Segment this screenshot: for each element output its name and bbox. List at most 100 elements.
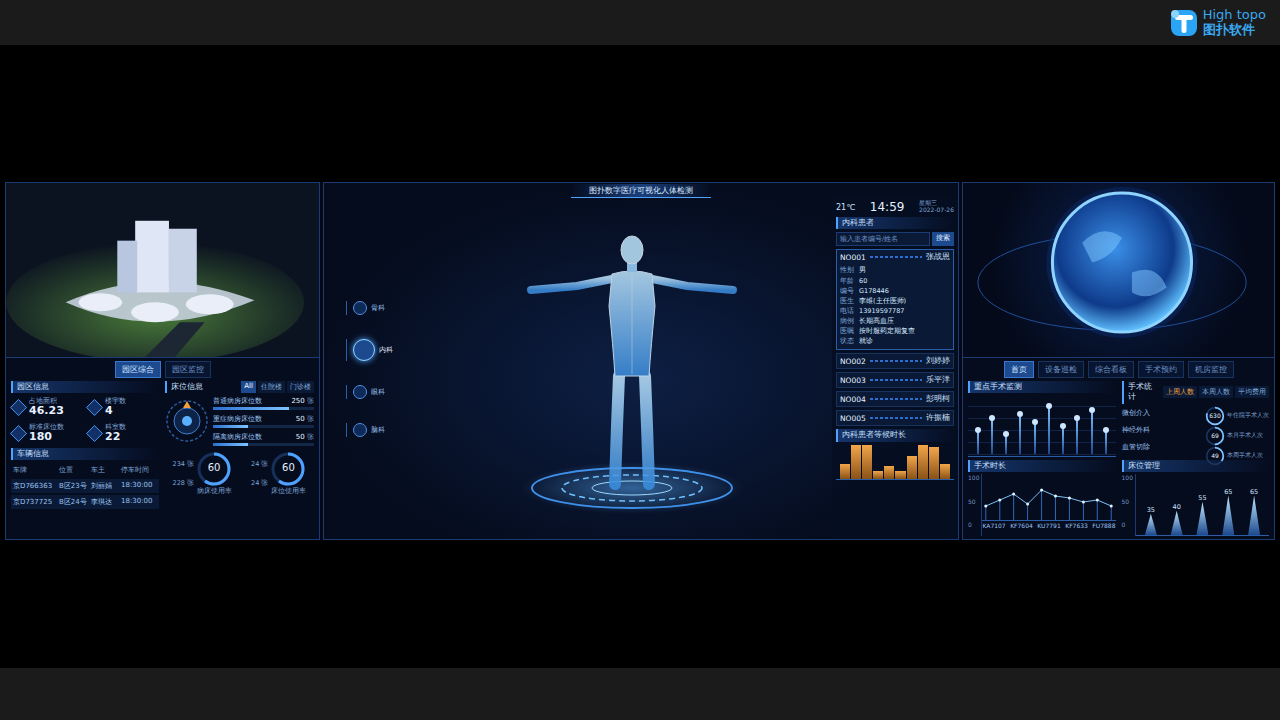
op-stats-tab[interactable]: 平均费用 (1235, 386, 1269, 398)
patient-item[interactable]: NO005许振楠 (836, 410, 954, 426)
bottom-bar (0, 668, 1280, 720)
patient-header: NO003乐平洋 (837, 373, 953, 387)
right-tab[interactable]: 综合看板 (1088, 361, 1134, 378)
spike-column: 65 (1217, 474, 1239, 535)
search-input[interactable] (836, 232, 930, 246)
bar-label: 普通病房床位数 (213, 396, 262, 406)
key-ops-chart (968, 395, 1116, 457)
patient-header: NO002刘婷婷 (837, 354, 953, 368)
op-stats-tab[interactable]: 本周人数 (1199, 386, 1233, 398)
table-row[interactable]: 京D737725B区24号李琪达18:30:00 (11, 495, 159, 509)
department-label: 眼科 (371, 387, 385, 397)
gauge-ring: 60床位使用率 (270, 451, 306, 496)
spike-column: 40 (1166, 474, 1188, 535)
spike-column: 55 (1192, 474, 1214, 535)
key-ops-bar (1105, 430, 1107, 454)
patient-search: 搜索 (836, 232, 954, 246)
department-node[interactable]: 内科 (346, 339, 432, 361)
department-node[interactable]: 脑科 (346, 423, 432, 437)
wait-bar (895, 471, 905, 479)
right-tab[interactable]: 手术预约 (1138, 361, 1184, 378)
field-label: 医生 (840, 297, 856, 305)
department-label: 内科 (379, 345, 393, 355)
wait-bar (940, 464, 950, 479)
bar-track (213, 443, 314, 446)
patient-field: 医生李维(主任医师) (840, 297, 950, 305)
stat-label: 标准床位数 (29, 423, 64, 431)
patient-item[interactable]: NO004彭明柯 (836, 391, 954, 407)
right-tab[interactable]: 首页 (1004, 361, 1034, 378)
temperature: 21℃ (836, 203, 855, 212)
beds-column: 床位信息All住院楼门诊楼普通病房床位数250 张重症病房床位数50 张隔离病房… (165, 381, 314, 536)
spike-value: 55 (1198, 494, 1206, 502)
bar-unit: 张 (307, 415, 314, 423)
department-node[interactable]: 骨科 (346, 301, 432, 315)
op-stats-tab[interactable]: 上周人数 (1163, 386, 1197, 398)
bed-mgmt-card: 床位管理1005003540556565 (1122, 460, 1270, 536)
signal-dots-icon (870, 398, 922, 400)
spike-value: 35 (1147, 506, 1155, 514)
patient-name: 张战恩 (926, 252, 950, 262)
department-node[interactable]: 眼科 (346, 385, 432, 399)
op-duration-title: 手术时长 (968, 460, 1116, 472)
op-rows: 微创介入神经外科血管切除 (1122, 406, 1202, 457)
duration-point (1027, 503, 1030, 506)
bar-labels: 普通病房床位数 250 张 (213, 396, 314, 406)
beds-tab[interactable]: All (241, 381, 256, 393)
x-label: KF7604 (1010, 522, 1033, 529)
human-body-icon[interactable] (517, 226, 747, 526)
center-title: 图扑数字医疗可视化人体检测 (571, 184, 711, 198)
left-tab[interactable]: 园区监控 (165, 361, 211, 378)
patient-field: 医嘱按时服药定期复查 (840, 327, 950, 335)
wait-bar (862, 445, 872, 479)
bar-dot (1046, 403, 1052, 409)
stat-label: 占地面积 (29, 397, 64, 405)
patient-item[interactable]: NO001张战恩性别男年龄60编号G178446医生李维(主任医师)电话1391… (836, 249, 954, 350)
beds-tab[interactable]: 住院楼 (258, 381, 285, 393)
table-row[interactable]: 京D766363B区23号刘丽娟18:30:00 (11, 479, 159, 493)
right-tab[interactable]: 设备巡检 (1038, 361, 1084, 378)
spike-value: 65 (1224, 488, 1232, 496)
y-axis: 100500 (968, 474, 979, 536)
circle-value: 630 (1205, 406, 1225, 426)
key-ops-bar (1048, 406, 1050, 455)
patient-item[interactable]: NO002刘婷婷 (836, 353, 954, 369)
gauge-sides: 24 张24 张 (251, 460, 268, 488)
bar-fill (213, 407, 289, 410)
beds-tab[interactable]: 门诊楼 (287, 381, 314, 393)
patient-item[interactable]: NO003乐平洋 (836, 372, 954, 388)
bar-unit: 张 (307, 397, 314, 405)
bar-dot (1103, 427, 1109, 433)
bar-value: 50 张 (296, 432, 314, 442)
brand-logo: High topo图扑软件 (1169, 8, 1266, 38)
duration-stem (1069, 498, 1070, 520)
field-value: 长期高血压 (859, 317, 894, 325)
right-tab[interactable]: 机房监控 (1188, 361, 1234, 378)
stat-value: 180 (29, 431, 64, 444)
key-ops-column (1072, 397, 1083, 454)
y-tick: 100 (1122, 474, 1133, 481)
field-value: G178446 (859, 287, 889, 295)
spike-column: 65 (1243, 474, 1265, 535)
x-label: KF7633 (1065, 522, 1088, 529)
op-stats-header: 手术统计上周人数本周人数平均费用 (1122, 381, 1270, 404)
op-row-label: 神经外科 (1122, 426, 1202, 435)
patient-details: 性别男年龄60编号G178446医生李维(主任医师)电话13919597787病… (837, 264, 953, 349)
hospital-scene (6, 183, 319, 357)
patient-name: 乐平洋 (926, 375, 950, 385)
bar-value: 250 张 (291, 396, 314, 406)
building-icon (86, 399, 103, 416)
bar-dot (1060, 423, 1066, 429)
duration-stem (1083, 502, 1084, 520)
brand-text: High topo图扑软件 (1203, 8, 1266, 37)
gauge-side-top: 234 张 (173, 460, 194, 469)
left-tab[interactable]: 园区综合 (115, 361, 161, 378)
search-button[interactable]: 搜索 (932, 232, 954, 246)
organ-icon (353, 385, 367, 399)
field-label: 编号 (840, 287, 856, 295)
bar-labels: 隔离病房床位数50 张 (213, 432, 314, 442)
patient-id: NO002 (840, 357, 866, 366)
field-value: 按时服药定期复查 (859, 327, 915, 335)
bar-label: 重症病房床位数 (213, 414, 262, 424)
key-ops-bar (991, 418, 993, 454)
